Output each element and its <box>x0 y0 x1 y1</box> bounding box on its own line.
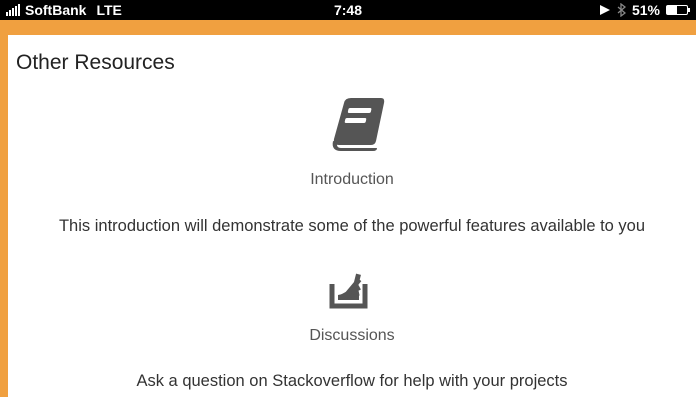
battery-percent: 51% <box>631 2 660 18</box>
page-title: Other Resources <box>16 51 175 74</box>
resource-label-discussions[interactable]: Discussions <box>8 327 696 345</box>
resource-label-introduction[interactable]: Introduction <box>8 171 696 189</box>
status-icons: 51% <box>599 2 690 18</box>
stackoverflow-icon[interactable] <box>327 250 377 310</box>
book-icon[interactable] <box>327 97 387 153</box>
resources-screen: Other Resources Introduction This introd… <box>8 35 696 397</box>
clock: 7:48 <box>333 2 363 18</box>
battery-level <box>667 6 678 14</box>
resource-description-discussions: Ask a question on Stackoverflow for help… <box>136 372 568 390</box>
location-arrow-icon <box>599 5 610 15</box>
bluetooth-icon <box>617 3 626 17</box>
battery-icon <box>666 5 690 15</box>
status-bar: SoftBank LTE 7:48 51% <box>0 0 696 20</box>
resource-description-introduction: This introduction will demonstrate some … <box>58 217 646 235</box>
